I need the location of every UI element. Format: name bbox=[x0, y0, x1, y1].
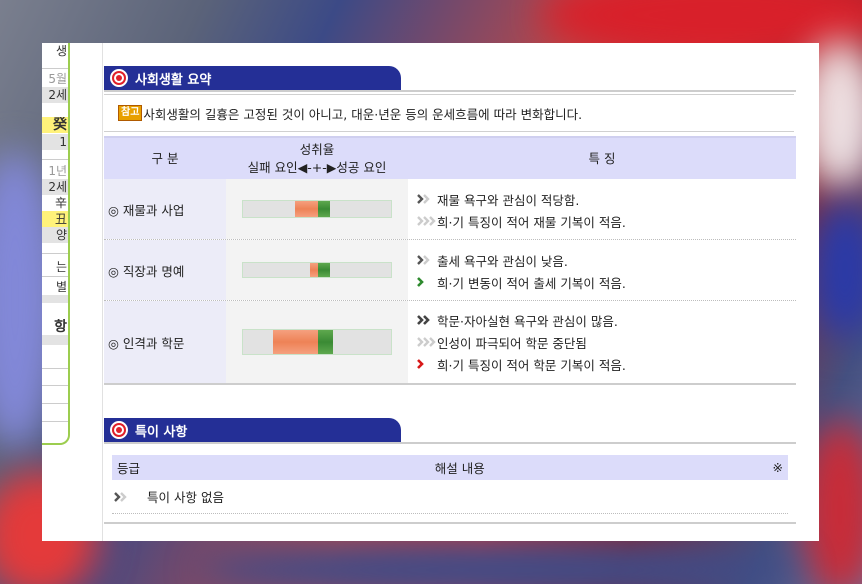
left-panel-text: 辛 bbox=[54, 196, 67, 210]
special-table-header: 등급 해설 내용 ※ bbox=[112, 455, 788, 480]
special-title: 특이 사항 bbox=[135, 424, 188, 440]
feature-line: 희·기 특징이 적어 재물 기복이 적음. bbox=[416, 210, 796, 232]
special-row-text: 특이 사항 없음 bbox=[147, 490, 224, 505]
left-panel-text: 丑 bbox=[42, 211, 68, 227]
grade-header: 등급 bbox=[117, 461, 141, 476]
mark-header: ※ bbox=[772, 460, 783, 475]
double-chevron-dark-icon bbox=[417, 255, 430, 265]
target-icon bbox=[110, 421, 128, 439]
achievement-gauge bbox=[242, 200, 392, 218]
table-row: ◎ 재물과 사업 재물 욕구와 관심이 적당함. 희·기 특징이 적어 재물 기… bbox=[104, 179, 796, 240]
note-badge: 참고 bbox=[118, 105, 143, 121]
row-category: ◎ 직장과 명예 bbox=[104, 240, 226, 300]
gauge-success-segment bbox=[318, 330, 333, 354]
special-table: 등급 해설 내용 ※ 특이 사항 없음 bbox=[104, 446, 796, 524]
note-text: 사회생활의 길흉은 고정된 것이 아니고, 대운·년운 등의 운세흐름에 따라 … bbox=[143, 106, 583, 122]
note-box: 참고 사회생활의 길흉은 고정된 것이 아니고, 대운·년운 등의 운세흐름에 … bbox=[104, 94, 794, 132]
content-header: 해설 내용 bbox=[434, 461, 485, 476]
feature-line: 희·기 특징이 적어 학문 기복이 적음. bbox=[416, 353, 796, 375]
left-panel-text: 2세 bbox=[42, 179, 68, 195]
summary-title: 사회생활 요약 bbox=[135, 72, 212, 88]
left-panel-text: 항 bbox=[54, 319, 67, 335]
chevron-red-icon bbox=[417, 359, 424, 369]
special-row: 특이 사항 없음 bbox=[112, 480, 788, 514]
category-header: 구 분 bbox=[151, 150, 179, 166]
left-info-panel: 생 5월 2세 癸 1 1년 2세 辛 丑 양 는 별 항 bbox=[42, 43, 70, 445]
left-panel-text: 는 bbox=[55, 260, 67, 274]
left-panel-text: 1 bbox=[42, 134, 68, 150]
feature-line: 재물 욕구와 관심이 적당함. bbox=[416, 188, 796, 210]
left-panel-text: 양 bbox=[42, 227, 68, 243]
summary-table: 구 분 성취율 실패 요인◀-+-▶성공 요인 특 징 ◎ 재물과 사업 재물 … bbox=[104, 136, 796, 385]
features-header: 특 징 bbox=[588, 150, 616, 166]
target-icon bbox=[110, 69, 128, 87]
gauge-fail-segment bbox=[273, 330, 318, 354]
summary-table-header: 구 분 성취율 실패 요인◀-+-▶성공 요인 특 징 bbox=[104, 136, 796, 179]
double-chevron-dark-icon bbox=[114, 491, 127, 502]
achievement-gauge bbox=[242, 329, 392, 355]
gauge-success-segment bbox=[318, 263, 330, 277]
table-row: ◎ 인격과 학문 학문·자아실현 욕구와 관심이 많음. 인성이 파극되어 학문… bbox=[104, 301, 796, 383]
triple-chevron-light-icon bbox=[417, 337, 436, 347]
row-category: ◎ 인격과 학문 bbox=[104, 301, 226, 383]
triple-chevron-light-icon bbox=[417, 216, 436, 226]
achievement-header: 성취율 실패 요인◀-+-▶성공 요인 bbox=[226, 138, 408, 179]
feature-line: 희·기 변동이 적어 출세 기복이 적음. bbox=[416, 271, 796, 293]
left-panel-text: 癸 bbox=[42, 117, 68, 133]
feature-line: 학문·자아실현 욕구와 관심이 많음. bbox=[416, 309, 796, 331]
content-frame: 생 5월 2세 癸 1 1년 2세 辛 丑 양 는 별 항 사회생활 요약 참고… bbox=[42, 43, 819, 541]
left-panel-text: 별 bbox=[55, 280, 67, 294]
feature-line: 인성이 파극되어 학문 중단됨 bbox=[416, 331, 796, 353]
left-panel-text: 5월 bbox=[48, 72, 67, 86]
gauge-fail-segment bbox=[310, 263, 318, 277]
chevron-green-icon bbox=[417, 277, 424, 287]
special-section-header: 특이 사항 bbox=[104, 418, 401, 442]
gauge-success-segment bbox=[318, 201, 330, 217]
left-panel-text: 1년 bbox=[48, 164, 67, 178]
left-panel-text: 2세 bbox=[42, 87, 68, 103]
achievement-gauge bbox=[242, 262, 392, 278]
double-chevron-heavy-icon bbox=[417, 315, 430, 325]
gauge-fail-segment bbox=[295, 201, 318, 217]
row-category: ◎ 재물과 사업 bbox=[104, 179, 226, 239]
double-chevron-dark-icon bbox=[417, 194, 430, 204]
achievement-header-bottom: 실패 요인◀-+-▶성공 요인 bbox=[247, 159, 387, 175]
achievement-header-top: 성취율 bbox=[299, 141, 335, 157]
table-row: ◎ 직장과 명예 출세 욕구와 관심이 낮음. 희·기 변동이 적어 출세 기복… bbox=[104, 240, 796, 301]
summary-section-header: 사회생활 요약 bbox=[104, 66, 401, 90]
left-panel-text: 생 bbox=[55, 44, 67, 58]
feature-line: 출세 욕구와 관심이 낮음. bbox=[416, 249, 796, 271]
